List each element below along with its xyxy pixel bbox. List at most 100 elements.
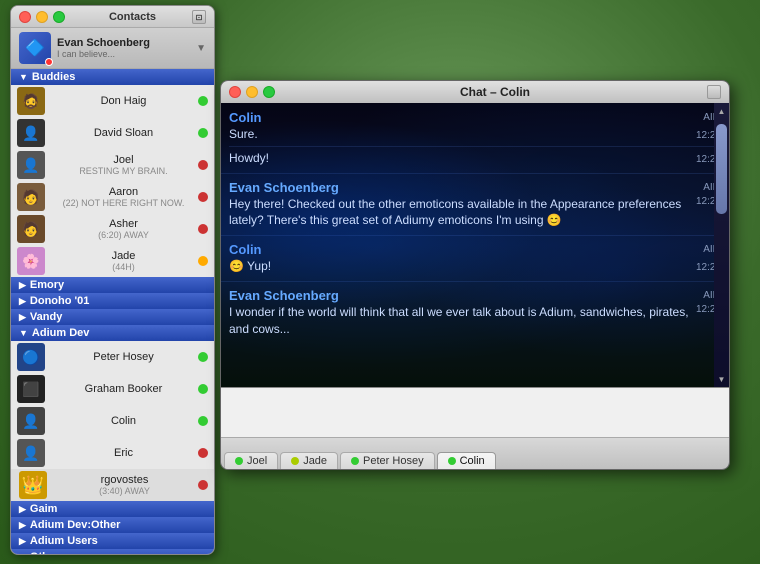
status-dropdown-arrow[interactable]: ▼ bbox=[196, 43, 206, 54]
avatar: 👤 bbox=[17, 119, 45, 147]
contact-item[interactable]: 👤 Joel resting my brain. bbox=[11, 149, 214, 181]
message-text: Hey there! Checked out the other emotico… bbox=[229, 196, 696, 230]
message-header: Evan Schoenberg AIM bbox=[229, 180, 721, 195]
contact-item[interactable]: 🔵 Peter Hosey bbox=[11, 341, 214, 373]
adiumusers-label: Adium Users bbox=[30, 535, 98, 547]
contact-details: Graham Booker bbox=[49, 383, 198, 395]
avatar: 🧔 bbox=[17, 87, 45, 115]
contact-name: Peter Hosey bbox=[49, 351, 198, 363]
group-gaim[interactable]: ▶ Gaim bbox=[11, 501, 214, 517]
buddies-label: Buddies bbox=[32, 71, 75, 83]
contact-name: David Sloan bbox=[49, 127, 198, 139]
status-indicator bbox=[198, 160, 208, 170]
scrollbar-thumb[interactable] bbox=[716, 124, 727, 214]
maximize-button[interactable] bbox=[53, 11, 65, 23]
message-sender: Evan Schoenberg bbox=[229, 180, 339, 195]
contacts-window: Contacts ⊡ 🔷 Evan Schoenberg I can belie… bbox=[10, 5, 215, 555]
message-block: Colin AIM Sure. 12:23 Howdy! 12:23 bbox=[221, 107, 729, 170]
message-block: Evan Schoenberg AIM Hey there! Checked o… bbox=[221, 177, 729, 233]
traffic-lights bbox=[19, 11, 65, 23]
chat-input-area[interactable] bbox=[221, 387, 729, 437]
avatar: 👤 bbox=[17, 151, 45, 179]
resize-button[interactable]: ⊡ bbox=[192, 10, 206, 24]
chat-tabs: Joel Jade Peter Hosey Colin bbox=[221, 437, 729, 469]
contact-substatus: (6:20) Away bbox=[49, 230, 198, 240]
message-header: Colin AIM bbox=[229, 242, 721, 257]
adiumdevother-arrow-icon: ▶ bbox=[19, 520, 26, 531]
tab-dot-colin bbox=[448, 457, 456, 465]
group-adiumdev-other[interactable]: ▶ Adium Dev:Other bbox=[11, 517, 214, 533]
contact-name: Eric bbox=[49, 447, 198, 459]
contacts-body: ▼ Buddies 🧔 Don Haig 👤 David Sloan 👤 Joe… bbox=[11, 69, 214, 554]
contacts-titlebar: Contacts ⊡ bbox=[11, 6, 214, 28]
contact-substatus: (22) not here right now. bbox=[49, 198, 198, 208]
scrollbar-up-arrow[interactable]: ▲ bbox=[714, 103, 729, 119]
contact-item[interactable]: 👤 David Sloan bbox=[11, 117, 214, 149]
contact-details: Eric bbox=[49, 447, 198, 459]
contact-name: Colin bbox=[49, 415, 198, 427]
contact-item[interactable]: 👤 Eric bbox=[11, 437, 214, 469]
message-text: I wonder if the world will think that al… bbox=[229, 304, 696, 338]
chat-messages[interactable]: Colin AIM Sure. 12:23 Howdy! 12:23 Evan … bbox=[221, 103, 729, 387]
tab-colin[interactable]: Colin bbox=[437, 452, 496, 469]
vandy-label: Vandy bbox=[30, 311, 62, 323]
group-vandy[interactable]: ▶ Vandy bbox=[11, 309, 214, 325]
contact-item[interactable]: 🧑 Asher (6:20) Away bbox=[11, 213, 214, 245]
contact-item[interactable]: 🧑 Aaron (22) not here right now. bbox=[11, 181, 214, 213]
user-name: Evan Schoenberg bbox=[57, 37, 190, 49]
message-divider bbox=[221, 173, 729, 174]
group-buddies[interactable]: ▼ Buddies bbox=[11, 69, 214, 85]
scrollbar-down-arrow[interactable]: ▼ bbox=[714, 371, 729, 387]
group-adium-users[interactable]: ▶ Adium Users bbox=[11, 533, 214, 549]
tab-label-colin: Colin bbox=[460, 455, 485, 467]
adiumusers-arrow-icon: ▶ bbox=[19, 536, 26, 547]
tab-peter-hosey[interactable]: Peter Hosey bbox=[340, 452, 435, 469]
contact-details: Asher (6:20) Away bbox=[49, 218, 198, 240]
chat-maximize-button[interactable] bbox=[263, 86, 275, 98]
tab-joel[interactable]: Joel bbox=[224, 452, 278, 469]
group-donoho[interactable]: ▶ Donoho '01 bbox=[11, 293, 214, 309]
group-emory[interactable]: ▶ Emory bbox=[11, 277, 214, 293]
avatar: 👤 bbox=[17, 407, 45, 435]
donoho-arrow-icon: ▶ bbox=[19, 296, 26, 307]
contact-name: Graham Booker bbox=[49, 383, 198, 395]
contact-name: Jade bbox=[49, 250, 198, 262]
contact-item[interactable]: ⬛ Graham Booker bbox=[11, 373, 214, 405]
contacts-title: Contacts bbox=[73, 11, 192, 23]
contact-item[interactable]: 🧔 Don Haig bbox=[11, 85, 214, 117]
message-header: Evan Schoenberg AIM bbox=[229, 288, 721, 303]
contact-substatus: (44h) bbox=[49, 262, 198, 272]
message-block: Evan Schoenberg AIM I wonder if the worl… bbox=[221, 285, 729, 341]
status-indicator bbox=[198, 128, 208, 138]
donoho-label: Donoho '01 bbox=[30, 295, 89, 307]
contact-item-rgovostes[interactable]: 👑 rgovostes (3:40) Away bbox=[11, 469, 214, 501]
contact-substatus: resting my brain. bbox=[49, 166, 198, 176]
minimize-button[interactable] bbox=[36, 11, 48, 23]
contact-item[interactable]: 🌸 Jade (44h) bbox=[11, 245, 214, 277]
contact-details: David Sloan bbox=[49, 127, 198, 139]
chat-window: Chat – Colin Colin AIM Sure. 12:23 Howdy… bbox=[220, 80, 730, 470]
user-info: Evan Schoenberg I can believe... bbox=[57, 37, 190, 59]
group-other[interactable]: ▶ Other bbox=[11, 549, 214, 554]
avatar: 🧑 bbox=[17, 215, 45, 243]
tab-jade[interactable]: Jade bbox=[280, 452, 338, 469]
chat-resize-button[interactable] bbox=[707, 85, 721, 99]
avatar: 👑 bbox=[19, 471, 47, 499]
emory-arrow-icon: ▶ bbox=[19, 280, 26, 291]
scrollbar[interactable]: ▲ ▼ bbox=[714, 103, 729, 387]
group-adium-dev[interactable]: ▼ Adium Dev bbox=[11, 325, 214, 341]
avatar: 🧑 bbox=[17, 183, 45, 211]
chat-minimize-button[interactable] bbox=[246, 86, 258, 98]
contact-item[interactable]: 👤 Colin bbox=[11, 405, 214, 437]
contact-name: Joel bbox=[49, 154, 198, 166]
chat-close-button[interactable] bbox=[229, 86, 241, 98]
status-indicator bbox=[198, 448, 208, 458]
close-button[interactable] bbox=[19, 11, 31, 23]
adiumdev-arrow-icon: ▼ bbox=[19, 328, 28, 338]
avatar: 🔷 bbox=[19, 32, 51, 64]
emory-label: Emory bbox=[30, 279, 64, 291]
other-arrow-icon: ▶ bbox=[19, 552, 26, 555]
status-indicator bbox=[198, 224, 208, 234]
contact-name: Asher bbox=[49, 218, 198, 230]
message-sender: Colin bbox=[229, 110, 262, 125]
